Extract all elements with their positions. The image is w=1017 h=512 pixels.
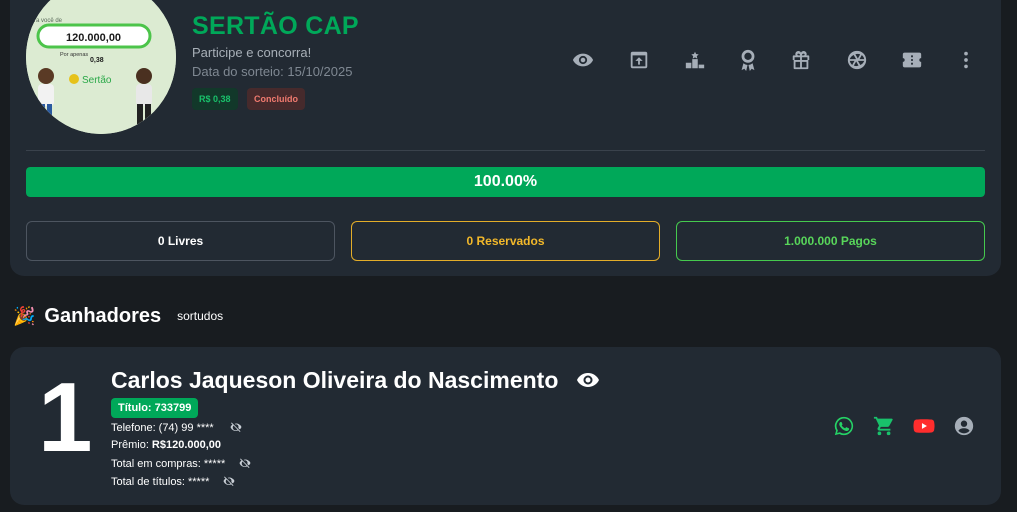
sales-progress-bar: 100.00% <box>26 167 985 197</box>
divider <box>26 150 985 151</box>
eye-icon[interactable] <box>576 368 600 392</box>
image-caption-mid: Por apenas <box>60 52 88 58</box>
podium-icon[interactable] <box>682 47 708 73</box>
eye-icon[interactable] <box>570 47 596 73</box>
user-account-icon[interactable] <box>952 414 976 438</box>
phone-label: Telefone: <box>111 422 156 434</box>
youtube-icon[interactable] <box>912 414 936 438</box>
image-caption-top: Pra você de <box>30 18 63 24</box>
winner-phone: Telefone: (74) 99 **** <box>111 421 244 435</box>
prize-label: Prêmio: <box>111 439 149 451</box>
party-popper-icon: 🎉 <box>13 305 36 326</box>
status-badge: Concluído <box>247 88 305 110</box>
image-prize-value: 120.000,00 <box>66 32 121 44</box>
free-count-button[interactable]: 0 Livres <box>26 221 335 261</box>
winner-place: 1 <box>38 362 93 472</box>
tickets-value: ***** <box>188 476 210 488</box>
share-box-icon[interactable] <box>626 47 652 73</box>
winner-ticket-badge: Título: 733799 <box>111 398 199 418</box>
draw-date: Data do sorteio: 15/10/2025 <box>192 64 353 79</box>
paid-count-button[interactable]: 1.000.000 Pagos <box>676 221 985 261</box>
more-vertical-icon[interactable] <box>953 47 979 73</box>
image-small-price: 0,38 <box>90 57 104 64</box>
progress-fill: 100.00% <box>26 167 985 197</box>
eye-off-icon[interactable] <box>223 475 237 489</box>
award-ribbon-icon[interactable] <box>735 47 761 73</box>
image-brand: Sertão <box>82 75 112 86</box>
raffle-title: SERTÃO CAP <box>192 12 359 40</box>
eye-off-icon[interactable] <box>239 457 253 471</box>
winners-title: Ganhadores <box>44 304 162 327</box>
tickets-label: Total de títulos: <box>111 476 185 488</box>
reserved-count-button[interactable]: 0 Reservados <box>351 221 660 261</box>
phone-value: (74) 99 **** <box>158 422 214 434</box>
purchases-label: Total em compras: <box>111 458 201 470</box>
price-badge: R$ 0,38 <box>192 88 238 110</box>
eye-off-icon[interactable] <box>230 421 244 435</box>
winner-purchases: Total em compras: ***** <box>111 457 253 471</box>
winners-header: 🎉 Ganhadores sortudos <box>13 304 223 328</box>
aperture-icon[interactable] <box>844 47 870 73</box>
raffle-subtitle: Participe e concorra! <box>192 45 312 60</box>
winner-tickets: Total de títulos: ***** <box>111 475 237 489</box>
winners-subtitle: sortudos <box>177 309 224 323</box>
winner-prize: Prêmio: R$120.000,00 <box>111 439 221 451</box>
prize-value: R$120.000,00 <box>151 439 222 451</box>
cart-icon[interactable] <box>872 414 896 438</box>
whatsapp-icon[interactable] <box>832 414 856 438</box>
purchases-value: ***** <box>203 458 226 470</box>
winner-name: Carlos Jaqueson Oliveira do Nascimento <box>111 367 559 393</box>
ticket-icon[interactable] <box>899 47 925 73</box>
gift-icon[interactable] <box>788 47 814 73</box>
